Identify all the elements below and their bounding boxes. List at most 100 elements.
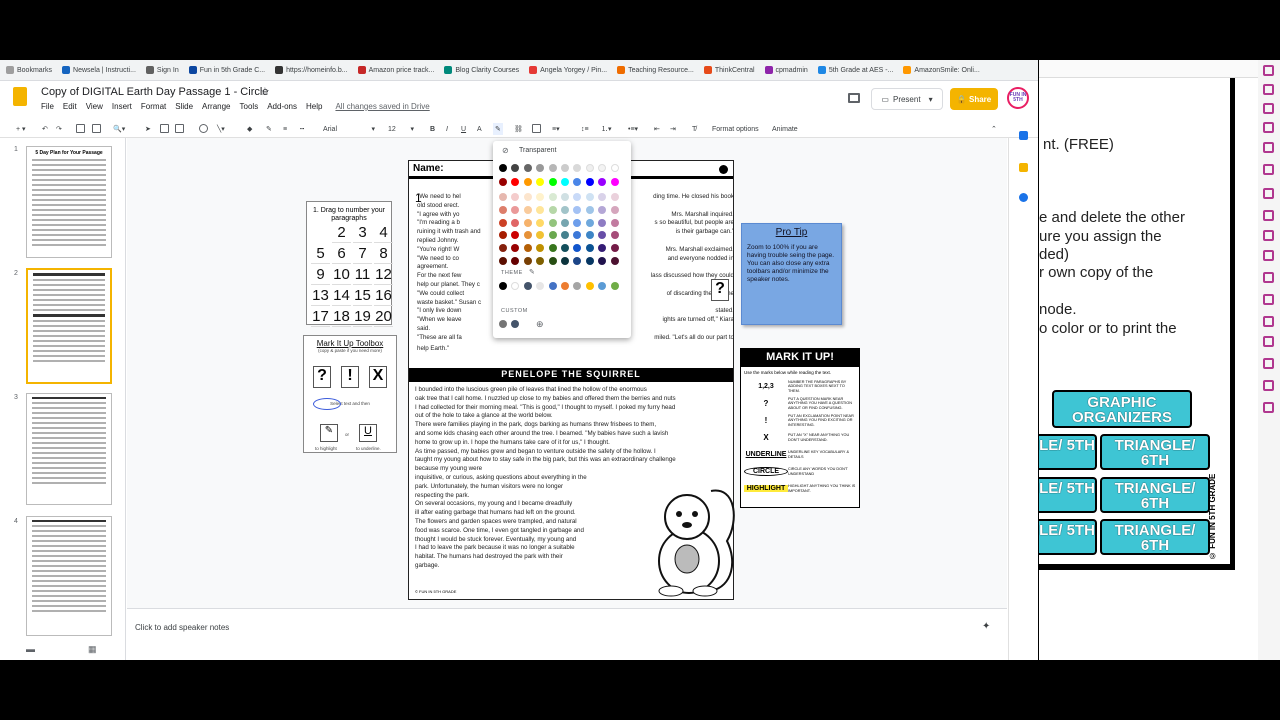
border-weight-icon[interactable]: ≡	[283, 123, 287, 135]
tint-swatch[interactable]	[585, 193, 594, 201]
tint-swatch[interactable]	[610, 257, 619, 265]
bookmark-item[interactable]: cpmadmin	[764, 66, 808, 74]
format-options-button[interactable]: Format options	[712, 123, 759, 135]
tint-swatch[interactable]	[523, 257, 532, 265]
number-tile[interactable]: 16	[374, 287, 393, 306]
gray-swatch[interactable]	[561, 164, 569, 172]
tint-swatch[interactable]	[585, 257, 594, 265]
organizer-button[interactable]: LE/ 5TH	[1039, 519, 1097, 555]
tint-swatch[interactable]	[499, 218, 507, 227]
tint-swatch[interactable]	[585, 244, 594, 253]
tint-swatch[interactable]	[598, 205, 607, 214]
tint-swatch[interactable]	[561, 244, 569, 253]
transparent-option[interactable]: Transparent	[519, 147, 556, 154]
animate-button[interactable]: Animate	[772, 123, 798, 135]
select-icon[interactable]: ➤	[145, 123, 151, 135]
bookmark-item[interactable]: Amazon price track...	[357, 66, 434, 74]
gray-swatch[interactable]	[573, 164, 582, 172]
bright-swatch[interactable]	[536, 178, 545, 186]
tint-swatch[interactable]	[585, 218, 594, 227]
tint-swatch[interactable]	[511, 205, 520, 214]
add-icon[interactable]: + ▾	[16, 123, 26, 135]
redo-icon[interactable]: ↷	[56, 123, 62, 135]
align-icon[interactable]: ≡▾	[552, 123, 560, 135]
border-dash-icon[interactable]: ┅	[300, 123, 304, 135]
bookmark-item[interactable]: Bookmarks	[6, 66, 52, 74]
tint-swatch[interactable]	[598, 231, 607, 240]
bookmark-item[interactable]: Sign In	[145, 66, 179, 74]
filmstrip-view-icon[interactable]: ▬	[26, 644, 35, 654]
slides-logo-icon[interactable]	[13, 87, 27, 106]
menu-slide[interactable]: Slide	[175, 102, 193, 111]
bookmark-item[interactable]: Newsela | Instructi...	[62, 66, 136, 74]
menu-help[interactable]: Help	[306, 102, 322, 111]
bright-swatch[interactable]	[548, 178, 557, 186]
tint-swatch[interactable]	[561, 218, 569, 227]
shape-icon[interactable]	[199, 124, 208, 133]
gray-swatch[interactable]	[585, 164, 594, 172]
menu-insert[interactable]: Insert	[112, 102, 132, 111]
number-tile[interactable]: 20	[374, 308, 393, 327]
clear-format-icon[interactable]: T̸	[692, 123, 696, 135]
zoom-icon[interactable]: 🔍▾	[113, 123, 125, 135]
line-icon[interactable]: ╲▾	[217, 123, 225, 135]
theme-swatch[interactable]	[585, 282, 594, 290]
tint-swatch[interactable]	[585, 231, 594, 240]
slide-thumbnail-2[interactable]	[26, 268, 112, 384]
number-tile[interactable]: 9	[311, 266, 330, 285]
tint-swatch[interactable]	[610, 193, 619, 201]
collapse-icon[interactable]: ⌃	[991, 123, 997, 135]
slide-thumbnail-1[interactable]: 5 Day Plan for Your Passage	[26, 146, 112, 258]
tint-swatch[interactable]	[511, 231, 520, 240]
print-icon[interactable]	[76, 124, 85, 133]
custom-swatch[interactable]	[499, 320, 507, 328]
exclamation-sticker[interactable]: !	[341, 366, 359, 388]
bold-icon[interactable]: B	[430, 123, 435, 135]
gray-swatch[interactable]	[536, 164, 545, 172]
italic-icon[interactable]: I	[446, 123, 448, 135]
underline-icon[interactable]: U	[461, 123, 466, 135]
number-tile[interactable]: 6	[332, 245, 351, 264]
tint-swatch[interactable]	[523, 193, 532, 201]
tint-swatch[interactable]	[573, 244, 582, 253]
tint-swatch[interactable]	[561, 205, 569, 214]
image-icon[interactable]	[175, 124, 184, 133]
tint-swatch[interactable]	[548, 257, 557, 265]
tint-swatch[interactable]	[523, 231, 532, 240]
tint-swatch[interactable]	[598, 193, 607, 201]
undo-icon[interactable]: ↶	[42, 123, 48, 135]
number-tile[interactable]: 18	[332, 308, 351, 327]
share-button[interactable]: 🔒 Share	[950, 88, 998, 110]
organizer-button[interactable]: TRIANGLE/ 6TH	[1100, 519, 1210, 555]
link-icon[interactable]: ⛓	[514, 123, 523, 135]
app-shortcut-icon[interactable]	[1263, 84, 1274, 95]
tint-swatch[interactable]	[598, 244, 607, 253]
gray-swatch[interactable]	[511, 164, 520, 172]
app-shortcut-icon[interactable]	[1263, 336, 1274, 347]
number-tile[interactable]: 7	[353, 245, 372, 264]
app-shortcut-icon[interactable]	[1263, 65, 1274, 76]
tint-swatch[interactable]	[573, 257, 582, 265]
gray-swatch[interactable]	[598, 164, 607, 172]
tint-swatch[interactable]	[610, 205, 619, 214]
tint-swatch[interactable]	[523, 205, 532, 214]
explore-icon[interactable]: ✦	[982, 621, 990, 632]
app-shortcut-icon[interactable]	[1263, 230, 1274, 241]
bright-swatch[interactable]	[610, 178, 619, 186]
app-shortcut-icon[interactable]	[1263, 164, 1274, 175]
app-shortcut-icon[interactable]	[1263, 402, 1274, 413]
comment-icon[interactable]	[848, 93, 860, 103]
speaker-notes[interactable]: Click to add speaker notes ✦ ›	[127, 608, 1020, 660]
tint-swatch[interactable]	[523, 244, 532, 253]
app-shortcut-icon[interactable]	[1263, 103, 1274, 114]
number-tile[interactable]: 19	[353, 308, 372, 327]
bookmark-item[interactable]: Teaching Resource...	[617, 66, 694, 74]
bookmark-item[interactable]: Blog Clarity Courses	[444, 66, 519, 74]
tint-swatch[interactable]	[499, 244, 507, 253]
tint-swatch[interactable]	[499, 193, 507, 201]
avatar[interactable]: FUN IN 5TH	[1007, 87, 1029, 109]
font-size-select[interactable]: 12 ▾	[388, 123, 414, 135]
highlight-color-icon[interactable]: ✎	[493, 123, 503, 135]
tint-swatch[interactable]	[548, 218, 557, 227]
bright-swatch[interactable]	[511, 178, 520, 186]
